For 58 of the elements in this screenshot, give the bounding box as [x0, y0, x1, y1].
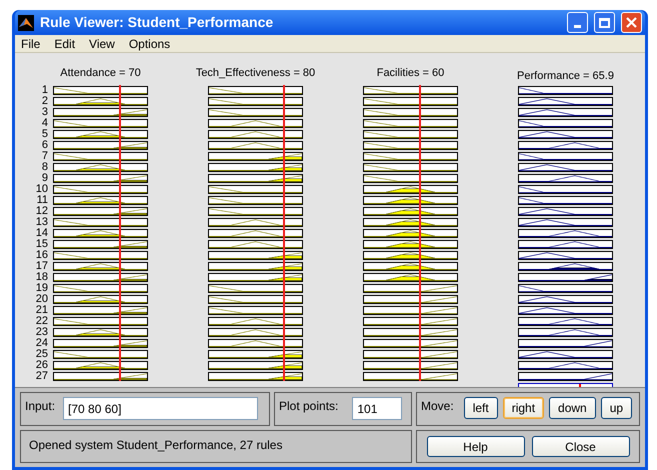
menu-item[interactable]: View [89, 34, 115, 52]
status-message: Opened system Student_Performance, 27 rules [29, 438, 282, 452]
input-label: Input: [25, 398, 56, 415]
rule-number: 2 [40, 96, 48, 107]
rule-number: 21 [34, 305, 48, 316]
rule-number: 20 [34, 294, 48, 305]
rule-number: 8 [40, 162, 48, 173]
variable-label: Attendance = 70 [59, 66, 142, 81]
rule-number: 10 [34, 184, 48, 195]
rule-number: 23 [34, 327, 48, 338]
rule-number: 27 [34, 371, 48, 382]
rule-number: 4 [40, 118, 48, 129]
rule-number: 19 [34, 283, 48, 294]
app-logo-icon [18, 14, 34, 30]
window-title: Rule Viewer: Student_Performance [40, 13, 274, 32]
move-button[interactable]: right [502, 397, 544, 419]
rule-number: 18 [34, 272, 48, 283]
minimize-icon [574, 25, 581, 28]
rule-number: 5 [40, 129, 48, 140]
rule-number: 6 [40, 140, 48, 151]
rule-number: 22 [34, 316, 48, 327]
input-value-line[interactable] [419, 85, 421, 381]
menu-item[interactable]: Edit [54, 34, 76, 52]
close-button[interactable] [621, 12, 642, 33]
input-value-line[interactable] [118, 85, 120, 381]
close-icon [626, 17, 637, 28]
move-label: Move: [421, 398, 454, 415]
rule-number: 24 [34, 338, 48, 349]
input-field[interactable]: [70 80 60] [63, 397, 258, 420]
rule-number: 16 [34, 250, 48, 261]
plot-points-field[interactable]: 101 [352, 397, 402, 420]
menu-item[interactable]: File [21, 34, 40, 52]
rule-number: 12 [34, 206, 48, 217]
rule-number: 15 [34, 239, 48, 250]
plot-points-label: Plot points: [279, 398, 338, 415]
maximize-icon [599, 18, 610, 28]
rule-number: 25 [34, 349, 48, 360]
rule-number: 7 [40, 151, 48, 162]
dialog-button[interactable]: Close [532, 436, 630, 457]
variable-label: Facilities = 60 [376, 66, 446, 81]
maximize-button[interactable] [594, 12, 615, 33]
variable-label: Tech_Effectiveness = 80 [194, 66, 316, 81]
variable-label: Performance = 65.9 [516, 69, 615, 84]
move-button[interactable]: up [600, 397, 632, 419]
rule-number: 9 [40, 173, 48, 184]
rule-number: 14 [34, 228, 48, 239]
rule-number: 11 [36, 195, 48, 206]
rule-number: 3 [40, 107, 48, 118]
minimize-button[interactable] [567, 12, 588, 33]
move-button[interactable]: down [549, 397, 596, 419]
rule-number: 1 [40, 85, 48, 96]
move-button[interactable]: left [464, 397, 498, 419]
rule-number: 17 [34, 261, 48, 272]
input-value-line[interactable] [283, 85, 285, 381]
dialog-button[interactable]: Help [426, 436, 524, 457]
rule-number: 13 [34, 217, 48, 228]
rule-number: 26 [34, 360, 48, 371]
menu-item[interactable]: Options [128, 34, 170, 52]
